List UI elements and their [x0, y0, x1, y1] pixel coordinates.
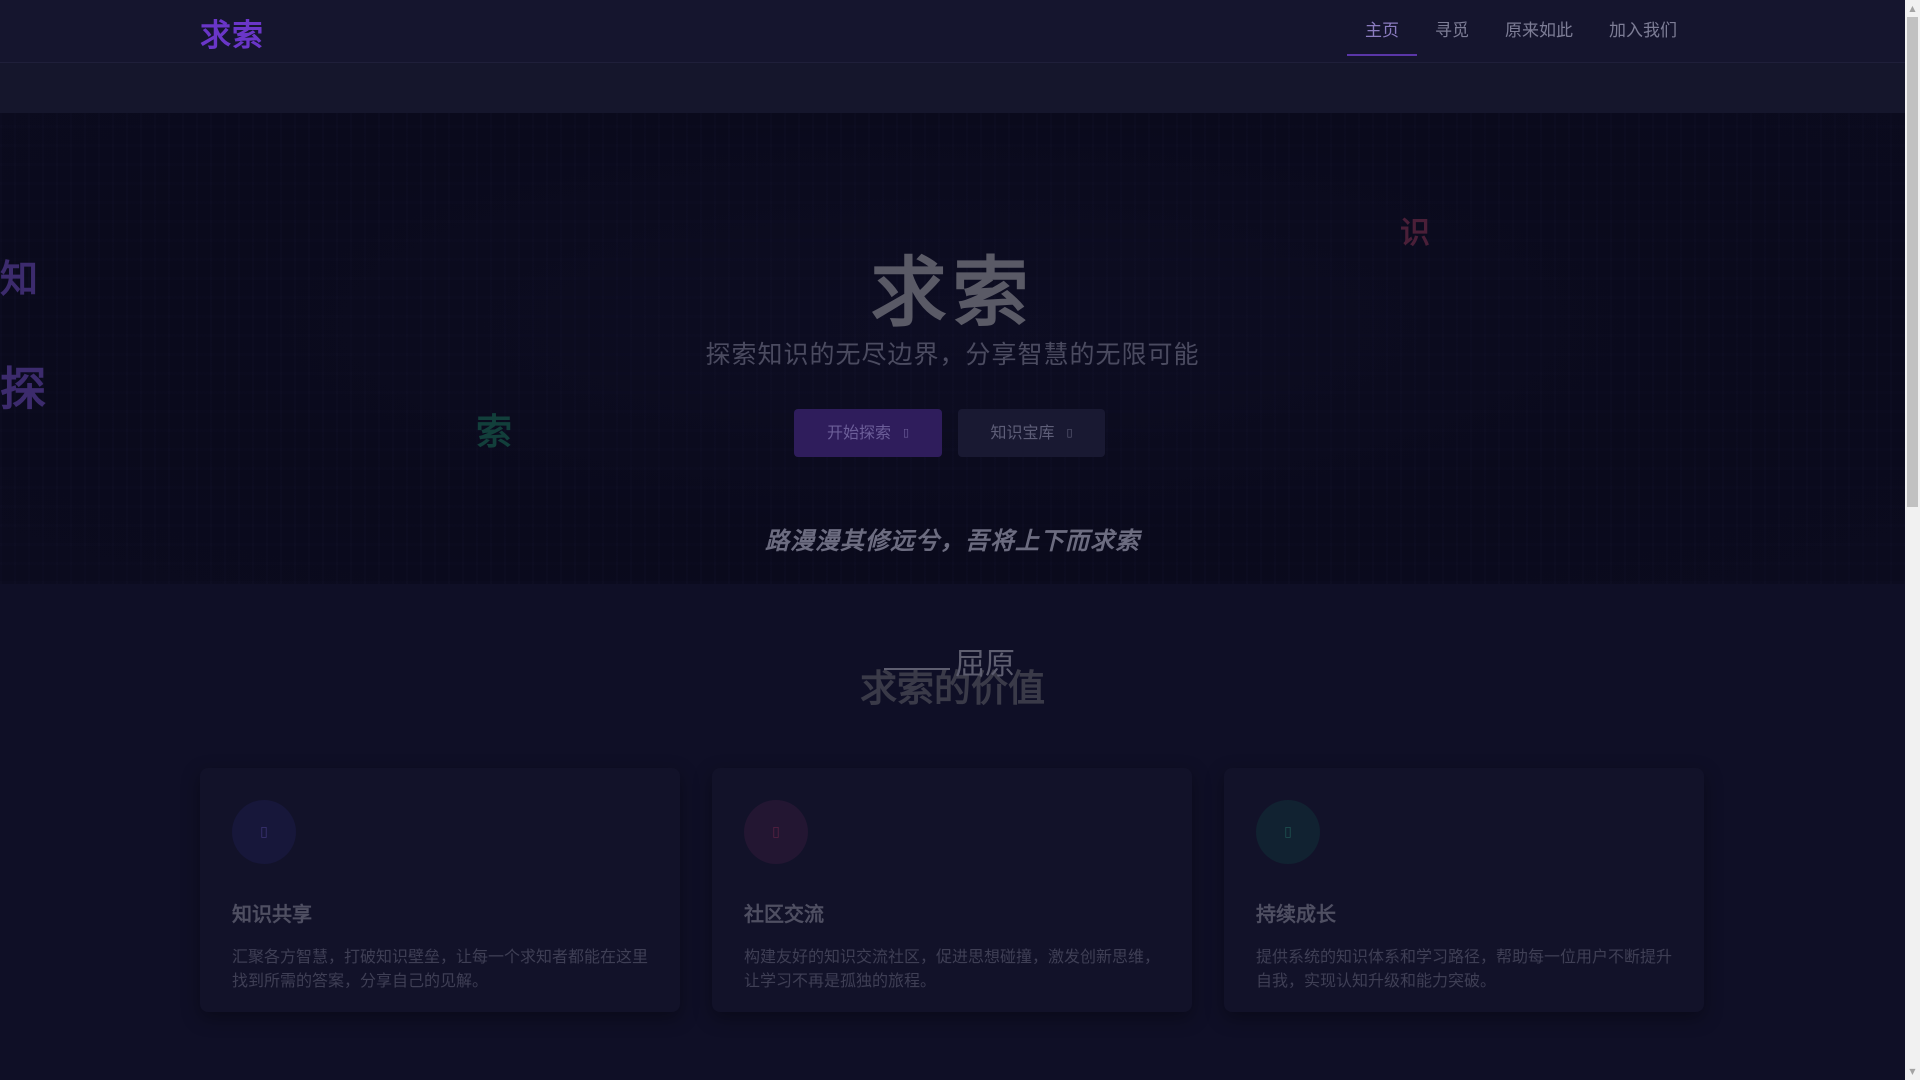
growth-icon: ▯	[1256, 800, 1320, 864]
quote-author: 屈原	[955, 647, 1015, 682]
start-explore-button[interactable]: 开始探索 ▯	[794, 409, 942, 457]
values-section: 求索的价值 屈原 ▯ 知识共享 汇聚各方智慧，打破知识壁垒，让每一个求知者都能在…	[0, 584, 1905, 1080]
book-icon: ▯	[232, 800, 296, 864]
scrollbar-thumb[interactable]	[1907, 17, 1918, 507]
arrow-right-icon: ▯	[902, 426, 910, 439]
nav-links: 主页 寻觅 原来如此 加入我们	[1347, 0, 1695, 63]
page-scrollbar[interactable]: ▲ ▼	[1905, 0, 1920, 1080]
scroll-down-icon[interactable]: ▼	[1905, 1063, 1920, 1080]
card-text: 构建友好的知识交流社区，促进思想碰撞，激发创新思维，让学习不再是孤独的旅程。	[744, 947, 1161, 990]
card-title: 持续成长	[1256, 902, 1336, 926]
knowledge-base-label: 知识宝库	[990, 423, 1055, 442]
card-text: 提供系统的知识体系和学习路径，帮助每一位用户不断提升自我，实现认知升级和能力突破…	[1256, 947, 1673, 990]
users-icon: ▯	[744, 800, 808, 864]
section-title: 求索的价值	[860, 667, 1045, 710]
feature-cards: ▯ 知识共享 汇聚各方智慧，打破知识壁垒，让每一个求知者都能在这里找到所需的答案…	[200, 768, 1705, 1012]
quote-dash	[884, 668, 950, 670]
nav-item-home[interactable]: 主页	[1347, 0, 1417, 63]
nav-item-explore[interactable]: 寻觅	[1417, 0, 1487, 63]
book-icon: ▯	[1066, 426, 1073, 439]
brand-logo[interactable]: 求索	[200, 10, 264, 55]
knowledge-base-button[interactable]: 知识宝库 ▯	[958, 409, 1105, 457]
navbar-spacer	[0, 63, 1905, 113]
page: 求索 主页 寻觅 原来如此 加入我们 知 探 索 识 求索 探索知识的无尽边界，…	[0, 0, 1905, 1080]
hero-section: 知 探 索 识 求索 探索知识的无尽边界，分享智慧的无限可能 开始探索 ▯ 知识…	[0, 113, 1905, 584]
card-title: 社区交流	[744, 902, 824, 926]
hero-title: 求索	[870, 248, 1035, 337]
feature-card-growth[interactable]: ▯ 持续成长 提供系统的知识体系和学习路径，帮助每一位用户不断提升自我，实现认知…	[1224, 768, 1704, 1012]
nav-item-discover[interactable]: 原来如此	[1487, 0, 1591, 63]
start-explore-label: 开始探索	[826, 423, 891, 442]
feature-card-community[interactable]: ▯ 社区交流 构建友好的知识交流社区，促进思想碰撞，激发创新思维，让学习不再是孤…	[712, 768, 1192, 1012]
feature-card-sharing[interactable]: ▯ 知识共享 汇聚各方智慧，打破知识壁垒，让每一个求知者都能在这里找到所需的答案…	[200, 768, 680, 1012]
nav-item-join[interactable]: 加入我们	[1591, 0, 1695, 63]
hero-subtitle: 探索知识的无尽边界，分享智慧的无限可能	[705, 340, 1200, 369]
hero-quote: 路漫漫其修远兮，吾将上下而求索	[765, 527, 1140, 555]
hero-buttons: 开始探索 ▯ 知识宝库 ▯	[0, 409, 1905, 457]
scroll-up-icon[interactable]: ▲	[1905, 0, 1920, 17]
navbar: 求索 主页 寻觅 原来如此 加入我们	[0, 0, 1905, 63]
card-title: 知识共享	[232, 902, 312, 926]
card-text: 汇聚各方智慧，打破知识壁垒，让每一个求知者都能在这里找到所需的答案，分享自己的见…	[232, 947, 649, 990]
